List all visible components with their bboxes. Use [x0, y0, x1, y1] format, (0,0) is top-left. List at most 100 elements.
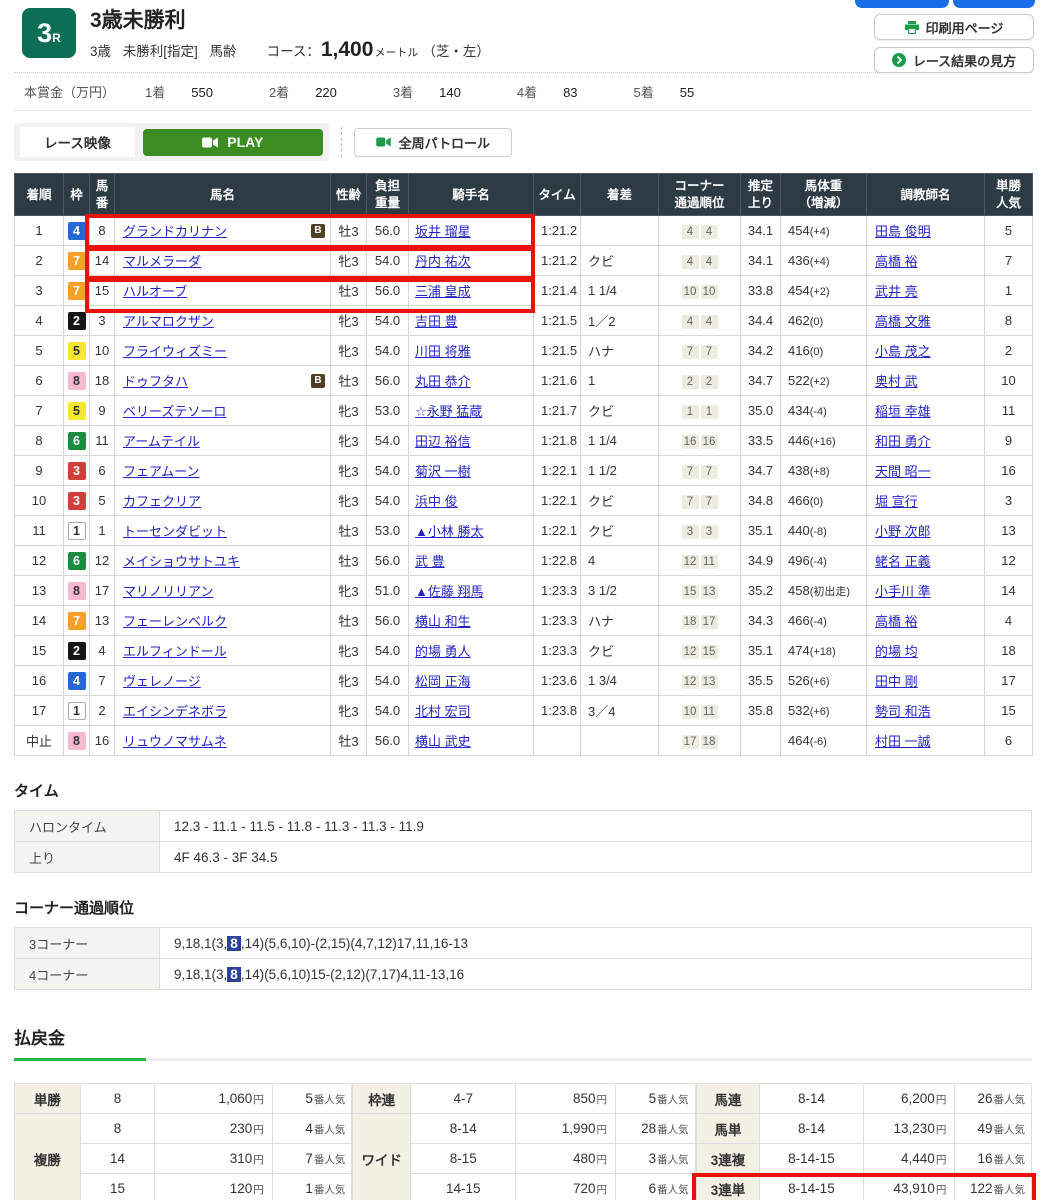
- print-page-button[interactable]: 印刷用ページ: [874, 14, 1034, 40]
- margin-cell: クビ: [581, 246, 659, 276]
- trainer-name-link[interactable]: 奥村 武: [875, 374, 918, 389]
- time-cell: 1:21.4: [534, 276, 581, 306]
- agari-cell: 34.3: [741, 606, 781, 636]
- horse-name-link[interactable]: カフェクリア: [123, 494, 201, 509]
- horse-name-link[interactable]: エルフィンドール: [123, 644, 227, 659]
- results-guide-button[interactable]: レース結果の見方: [874, 47, 1034, 73]
- trainer-name-link[interactable]: 的場 均: [875, 644, 918, 659]
- trainer-name-link[interactable]: 高橋 文雅: [875, 314, 931, 329]
- horse-name-link[interactable]: メイショウサトユキ: [123, 554, 240, 569]
- table-row: 6818ドゥフタハB牡356.0丸田 恭介1:21.612234.7522(+2…: [15, 366, 1033, 396]
- horse-name-link[interactable]: マリノリリアン: [123, 584, 213, 599]
- jockey-name-link[interactable]: 横山 和生: [415, 614, 471, 629]
- jockey-name-link[interactable]: 的場 勇人: [415, 644, 471, 659]
- horse-name-link[interactable]: ドゥフタハ: [123, 374, 188, 389]
- jockey-name-link[interactable]: 三浦 皇成: [415, 284, 471, 299]
- race-subinfo: 3歳 未勝利[指定] 馬齢 コース： 1,400 メートル （芝・左）: [90, 38, 490, 62]
- jockey-name-link[interactable]: ▲佐藤 翔馬: [415, 584, 483, 599]
- trainer-name-link[interactable]: 高橋 裕: [875, 614, 918, 629]
- jockey-name-link[interactable]: 松岡 正海: [415, 674, 471, 689]
- trainer-name-link[interactable]: 田中 剛: [875, 674, 918, 689]
- trainer-name-link[interactable]: 高橋 裕: [875, 254, 918, 269]
- results-header-row: 着順枠馬 番馬名性齢負担 重量騎手名タイム着差コーナー 通過順位推定 上り馬体重…: [15, 174, 1033, 216]
- horse-name-link[interactable]: アルマロクザン: [123, 314, 214, 329]
- horse-name-link[interactable]: マルメラーダ: [123, 254, 201, 269]
- top-nav-pill-right[interactable]: [953, 0, 1035, 8]
- patrol-video-button[interactable]: 全周パトロール: [354, 128, 512, 157]
- trainer-name-link[interactable]: 田島 俊明: [875, 224, 931, 239]
- horse-name-link[interactable]: フェアムーン: [123, 464, 199, 479]
- column-header: 着順: [15, 174, 64, 216]
- trainer-name-link[interactable]: 小手川 準: [875, 584, 931, 599]
- horse-name-link[interactable]: アームテイル: [123, 434, 200, 449]
- carried-weight-cell: 54.0: [367, 426, 409, 456]
- horse-name-cell: マリノリリアン: [115, 576, 331, 606]
- trainer-name-link[interactable]: 稲垣 幸雄: [875, 404, 931, 419]
- payout-title-underline: [14, 1058, 1032, 1061]
- jockey-name-link[interactable]: 丹内 祐次: [415, 254, 471, 269]
- jockey-name-link[interactable]: ☆永野 猛蔵: [415, 404, 482, 419]
- horse-name-link[interactable]: トーセンダビット: [123, 524, 227, 539]
- jockey-name-link[interactable]: 浜中 俊: [415, 494, 458, 509]
- play-button[interactable]: PLAY: [143, 129, 323, 156]
- horse-name-link[interactable]: フライウィズミー: [123, 344, 227, 359]
- time-cell: 1:23.3: [534, 576, 581, 606]
- jockey-cell: 丹内 祐次: [409, 246, 534, 276]
- horse-number-cell: 6: [90, 456, 115, 486]
- body-weight-cell: 466(0): [781, 486, 867, 516]
- jockey-name-link[interactable]: ▲小林 勝太: [415, 524, 483, 539]
- trainer-name-link[interactable]: 蛯名 正義: [875, 554, 931, 569]
- horse-name-link[interactable]: ハルオーブ: [123, 284, 187, 299]
- carried-weight-cell: 54.0: [367, 696, 409, 726]
- rank-cell: 中止: [15, 726, 64, 756]
- horse-number-cell: 2: [90, 696, 115, 726]
- jockey-cell: 坂井 瑠星: [409, 216, 534, 246]
- corner-position: 7: [682, 345, 699, 359]
- horse-number-cell: 18: [90, 366, 115, 396]
- horse-name-link[interactable]: ベリーズテソーロ: [123, 404, 226, 419]
- trainer-name-link[interactable]: 天間 昭一: [875, 464, 931, 479]
- trainer-name-link[interactable]: 小野 次郎: [875, 524, 931, 539]
- horse-number-cell: 11: [90, 426, 115, 456]
- frame-number-badge: 3: [68, 492, 86, 510]
- body-weight: 458: [788, 583, 810, 598]
- jockey-name-link[interactable]: 坂井 瑠星: [415, 224, 471, 239]
- jockey-name-link[interactable]: 田辺 裕信: [415, 434, 471, 449]
- trainer-name-link[interactable]: 武井 亮: [875, 284, 918, 299]
- horse-name-link[interactable]: グランドカリナン: [123, 224, 227, 239]
- trainer-name-link[interactable]: 村田 一誠: [875, 734, 931, 749]
- jockey-name-link[interactable]: 武 豊: [415, 554, 445, 569]
- payout-amount-cell: 1,060円: [155, 1084, 272, 1114]
- body-weight-cell: 434(-4): [781, 396, 867, 426]
- table-row: 1524エルフィンドール牝354.0的場 勇人1:23.3クビ121535.14…: [15, 636, 1033, 666]
- trainer-name-link[interactable]: 堀 宣行: [875, 494, 918, 509]
- race-video-label: レース映像: [20, 127, 135, 157]
- carried-weight-cell: 54.0: [367, 306, 409, 336]
- jockey-name-link[interactable]: 北村 宏司: [415, 704, 471, 719]
- body-weight: 522: [788, 373, 810, 388]
- trainer-name-link[interactable]: 和田 勇介: [875, 434, 931, 449]
- horse-name-link[interactable]: エイシンデネボラ: [123, 704, 227, 719]
- popularity-cell: 8: [985, 306, 1033, 336]
- jockey-name-link[interactable]: 川田 将雅: [415, 344, 471, 359]
- jockey-name-link[interactable]: 丸田 恭介: [415, 374, 471, 389]
- trainer-name-link[interactable]: 小島 茂之: [875, 344, 931, 359]
- time-cell: 1:23.6: [534, 666, 581, 696]
- jockey-name-link[interactable]: 菊沢 一樹: [415, 464, 471, 479]
- patrol-label: 全周パトロール: [399, 133, 490, 152]
- trainer-cell: 高橋 裕: [867, 606, 985, 636]
- trainer-name-link[interactable]: 勢司 和浩: [875, 704, 931, 719]
- margin-cell: クビ: [581, 516, 659, 546]
- trainer-cell: 小手川 準: [867, 576, 985, 606]
- horse-name-link[interactable]: リュウノマサムネ: [123, 734, 227, 749]
- jockey-name-link[interactable]: 横山 武史: [415, 734, 471, 749]
- corner-position: 18: [682, 615, 699, 629]
- corner-position: 4: [701, 225, 718, 239]
- horse-name-link[interactable]: ヴェレノージ: [123, 674, 201, 689]
- top-nav-pill-left[interactable]: [855, 0, 949, 8]
- corner-position: 7: [701, 345, 718, 359]
- horse-name-link[interactable]: フェーレンベルク: [123, 614, 227, 629]
- prize-money-row: 本賞金（万円） 1着5502着2203着1404着835着55: [14, 72, 1032, 111]
- payout-combination: 15: [80, 1174, 155, 1200]
- jockey-name-link[interactable]: 吉田 豊: [415, 314, 458, 329]
